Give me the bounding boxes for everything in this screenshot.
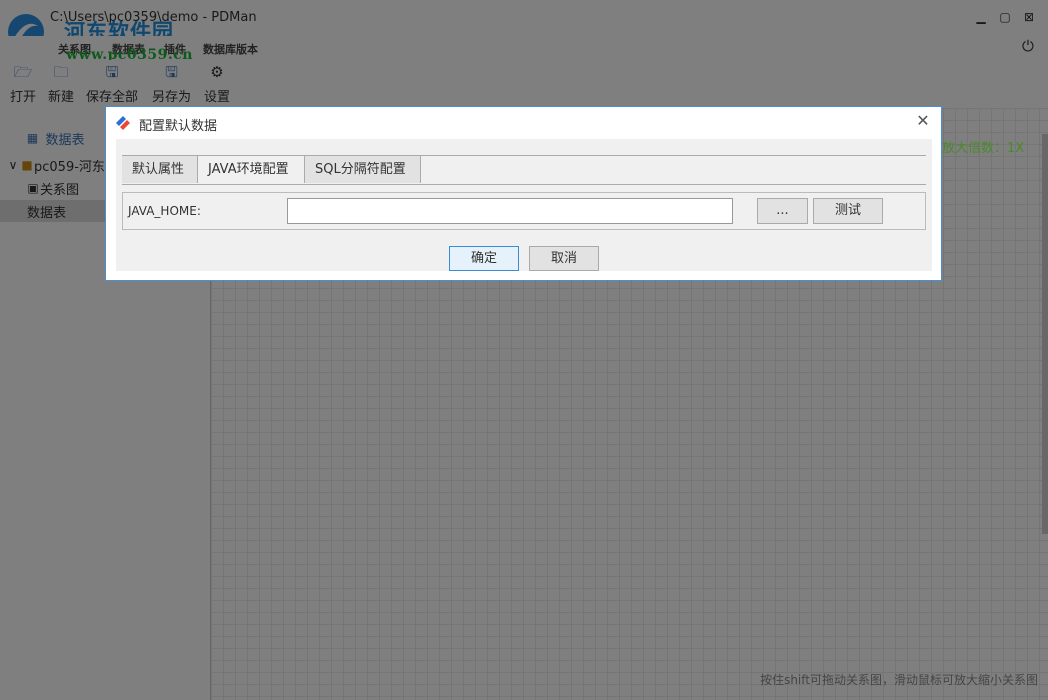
java-home-input[interactable] xyxy=(287,198,733,224)
tab-java-env[interactable]: JAVA环境配置 xyxy=(198,156,305,183)
cancel-button[interactable]: 取消 xyxy=(529,246,599,271)
modal-overlay xyxy=(0,0,1048,700)
dialog-title: 配置默认数据 xyxy=(139,119,218,134)
dialog-tabs: 默认属性 JAVA环境配置 SQL分隔符配置 xyxy=(122,155,926,185)
java-home-row: JAVA_HOME: ... 测试 xyxy=(122,192,926,230)
dialog-body: 默认属性 JAVA环境配置 SQL分隔符配置 JAVA_HOME: ... 测试… xyxy=(116,139,932,271)
app-logo-icon xyxy=(116,116,130,130)
config-dialog: 配置默认数据 ✕ 默认属性 JAVA环境配置 SQL分隔符配置 JAVA_HOM… xyxy=(105,106,942,281)
tab-default-props[interactable]: 默认属性 xyxy=(122,156,198,183)
java-home-label: JAVA_HOME: xyxy=(128,204,201,218)
ok-button[interactable]: 确定 xyxy=(449,246,519,271)
dialog-header: 配置默认数据 ✕ xyxy=(106,107,941,137)
close-icon[interactable]: ✕ xyxy=(913,111,933,130)
tab-sql-separator[interactable]: SQL分隔符配置 xyxy=(305,156,421,183)
browse-button[interactable]: ... xyxy=(757,198,808,224)
scale-label: 放大倍数：1X xyxy=(942,141,1025,156)
test-button[interactable]: 测试 xyxy=(813,198,883,224)
